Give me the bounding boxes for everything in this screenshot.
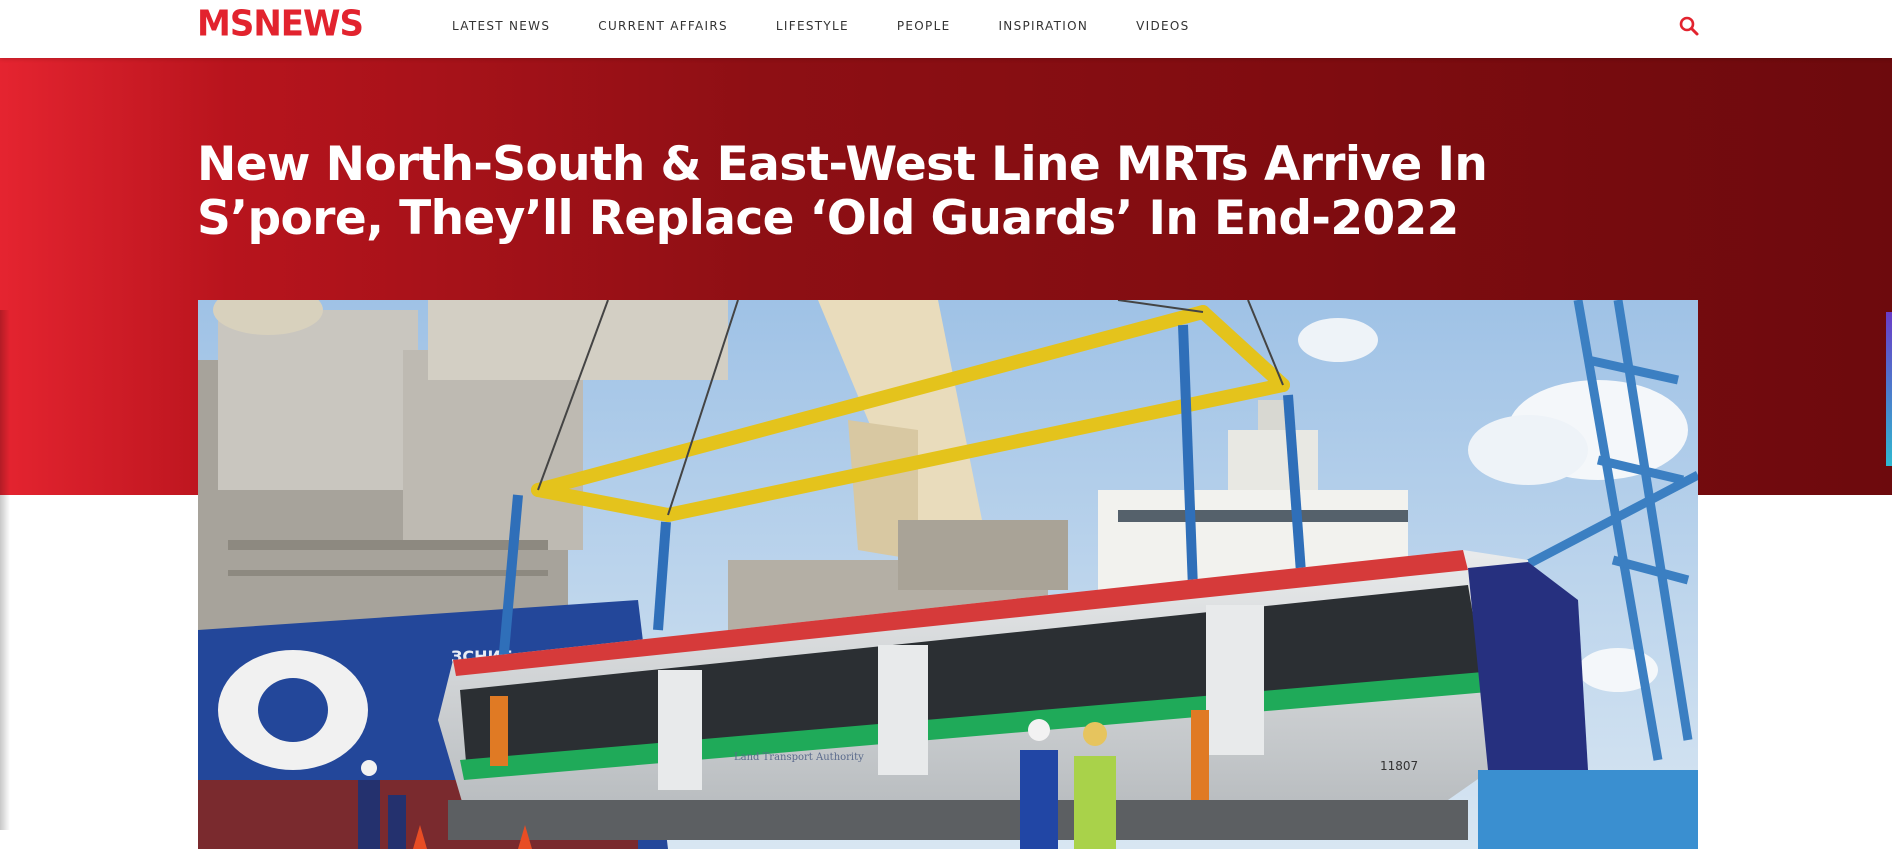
site-logo[interactable]: MSNEWS (197, 3, 364, 45)
train-logo-text: Land Transport Authority (734, 752, 864, 763)
search-icon (1679, 16, 1699, 36)
search-button[interactable] (1678, 15, 1700, 37)
side-tab[interactable] (1886, 312, 1892, 466)
train-delivery-photo: ЗСНИБ 11807 Land Transport Authority (198, 300, 1698, 849)
nav-item-people[interactable]: PEOPLE (897, 19, 951, 33)
main-nav: LATEST NEWS CURRENT AFFAIRS LIFESTYLE PE… (452, 19, 1238, 33)
nav-item-inspiration[interactable]: INSPIRATION (998, 19, 1088, 33)
nav-item-lifestyle[interactable]: LIFESTYLE (776, 19, 849, 33)
article-title: New North-South & East-West Line MRTs Ar… (197, 137, 1488, 246)
train-number: 11807 (1380, 759, 1418, 773)
nav-item-current-affairs[interactable]: CURRENT AFFAIRS (598, 19, 728, 33)
page-shadow (0, 310, 10, 830)
nav-item-latest-news[interactable]: LATEST NEWS (452, 19, 550, 33)
nav-item-videos[interactable]: VIDEOS (1136, 19, 1189, 33)
featured-image[interactable]: ЗСНИБ 11807 Land Transport Authority (198, 300, 1698, 849)
site-header: MSNEWS LATEST NEWS CURRENT AFFAIRS LIFES… (0, 0, 1892, 58)
logo-text: MSNEWS (197, 3, 364, 45)
